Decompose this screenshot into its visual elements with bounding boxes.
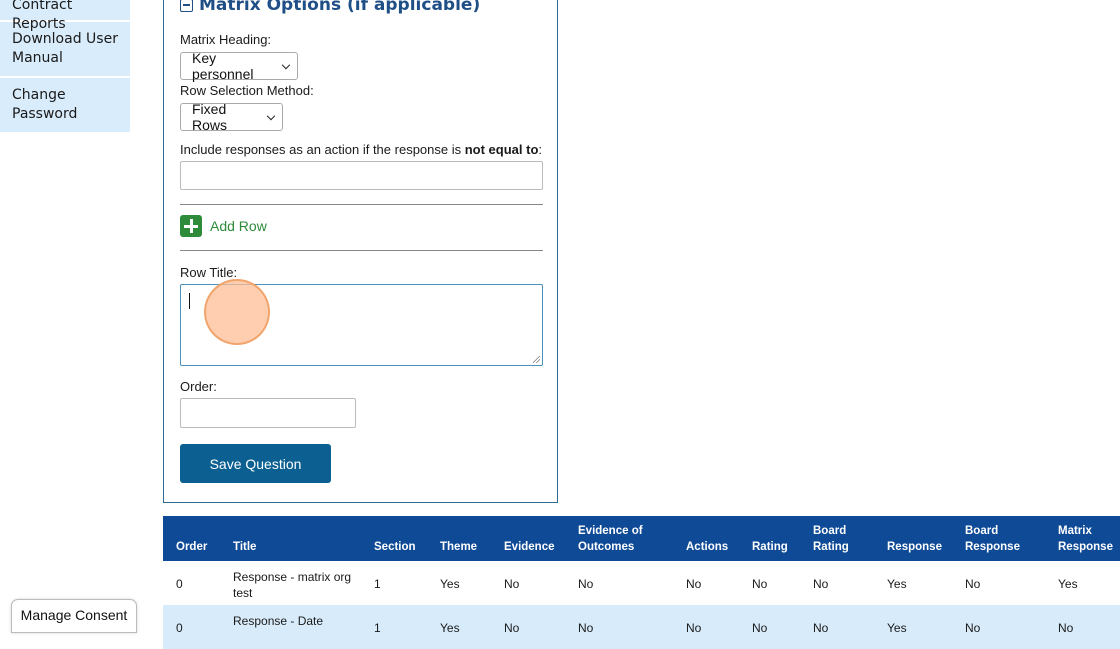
save-question-button[interactable]: Save Question (180, 444, 331, 483)
cell-matrix-response: Yes (1058, 577, 1078, 591)
include-responses-label: Include responses as an action if the re… (180, 142, 542, 157)
cell-order: 0 (176, 621, 183, 635)
chevron-down-icon (282, 60, 291, 69)
column-header-actions[interactable]: Actions (686, 539, 728, 555)
row-selection-label: Row Selection Method: (180, 83, 314, 98)
cell-response: Yes (887, 577, 907, 591)
questions-table: Order Title Section Theme Evidence Evide… (163, 516, 1120, 649)
add-row-label: Add Row (210, 218, 267, 234)
column-header-section[interactable]: Section (374, 539, 416, 555)
column-header-response[interactable]: Response (887, 539, 942, 555)
cell-evidence-of-outcomes: No (578, 621, 594, 635)
cell-actions: No (686, 577, 702, 591)
cell-title: Response - matrix org test (233, 570, 352, 600)
column-header-rating[interactable]: Rating (752, 539, 788, 555)
column-header-board-rating[interactable]: Board Rating (813, 523, 863, 555)
sidebar: Contract Reports Download User Manual Ch… (0, 0, 130, 134)
matrix-options-title: Matrix Options (if applicable) (199, 0, 481, 15)
table-row[interactable]: 0 Response - matrix org test 1 Yes No No… (163, 561, 1120, 605)
resize-handle-icon[interactable] (533, 356, 540, 363)
matrix-options-panel: Matrix Options (if applicable) Matrix He… (163, 0, 558, 503)
matrix-heading-select[interactable]: Key personnel (180, 50, 298, 82)
cell-section: 1 (374, 621, 381, 635)
cell-evidence: No (504, 621, 520, 635)
cell-rating: No (752, 577, 768, 591)
cell-theme: Yes (440, 621, 460, 635)
cell-evidence: No (504, 577, 520, 591)
chevron-down-icon (267, 111, 276, 120)
column-header-title[interactable]: Title (233, 539, 256, 555)
manage-consent-button[interactable]: Manage Consent (11, 599, 137, 633)
include-responses-input[interactable] (180, 161, 543, 190)
row-selection-select[interactable]: Fixed Rows (180, 101, 283, 133)
include-bold: not equal to (464, 142, 539, 157)
matrix-heading-value: Key personnel (192, 50, 254, 82)
add-row-button[interactable]: Add Row (180, 215, 267, 237)
cell-board-rating: No (813, 621, 829, 635)
plus-icon (180, 215, 202, 237)
cell-matrix-response: No (1058, 621, 1074, 635)
order-input[interactable] (180, 398, 356, 428)
cell-board-rating: No (813, 577, 829, 591)
column-header-matrix-response[interactable]: Matrix Response (1058, 523, 1118, 555)
collapse-icon[interactable] (180, 0, 193, 12)
table-row[interactable]: 0 Response - Date 1 Yes No No No No No Y… (163, 605, 1120, 649)
cell-rating: No (752, 621, 768, 635)
text-cursor (189, 293, 190, 309)
cell-theme: Yes (440, 577, 460, 591)
column-header-board-response[interactable]: Board Response (965, 523, 1035, 555)
include-prefix: Include responses as an action if the re… (180, 142, 465, 157)
divider (180, 250, 543, 251)
table-header: Order Title Section Theme Evidence Evide… (163, 516, 1120, 561)
column-header-evidence[interactable]: Evidence (504, 539, 555, 555)
order-label: Order: (180, 379, 217, 394)
divider (180, 204, 543, 205)
sidebar-item-change-password[interactable]: Change Password (0, 78, 130, 134)
matrix-heading-label: Matrix Heading: (180, 32, 272, 47)
matrix-options-heading[interactable]: Matrix Options (if applicable) (180, 0, 480, 15)
cell-section: 1 (374, 577, 381, 591)
row-title-label: Row Title: (180, 265, 238, 280)
sidebar-item-contract-reports[interactable]: Contract Reports (0, 0, 130, 32)
column-header-order[interactable]: Order (176, 539, 207, 555)
sidebar-item-download-user-manual[interactable]: Download User Manual (0, 22, 130, 78)
include-suffix: : (538, 142, 543, 157)
column-header-theme[interactable]: Theme (440, 539, 477, 555)
cell-response: Yes (887, 621, 907, 635)
cell-order: 0 (176, 577, 183, 591)
row-selection-value: Fixed Rows (192, 101, 228, 133)
cell-board-response: No (965, 577, 981, 591)
click-indicator (204, 279, 270, 345)
cell-actions: No (686, 621, 702, 635)
cell-board-response: No (965, 621, 981, 635)
cell-evidence-of-outcomes: No (578, 577, 594, 591)
column-header-evidence-of-outcomes[interactable]: Evidence of Outcomes (578, 523, 658, 555)
